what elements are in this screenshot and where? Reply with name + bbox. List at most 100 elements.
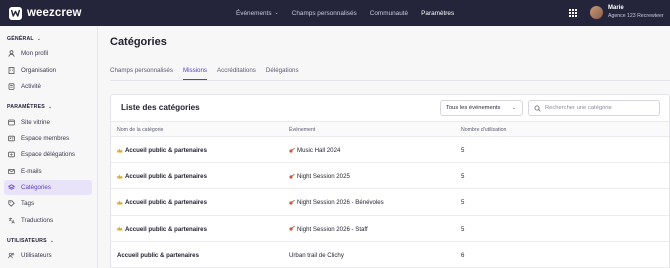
nav-communaute-label: Communauté [369, 9, 409, 17]
section-utilisateurs[interactable]: UTILISATEURS ⌄ [7, 238, 54, 244]
tabs-divider [110, 80, 670, 81]
column-header-event[interactable]: Événement [289, 127, 315, 133]
nav-champs-personnalises[interactable]: Champs personnalisés [292, 10, 357, 17]
sidebar: GÉNÉRAL ⌄ Mon profil Organisation Activi… [0, 26, 98, 268]
column-header-usage[interactable]: Nombre d'utilisation [461, 127, 506, 133]
sidebar-item-tags[interactable]: Tags [4, 196, 92, 211]
sidebar-item-label: Traductions [21, 217, 54, 224]
categories-card: Liste des catégories Tous les événements… [110, 94, 670, 268]
categories-table: Nom de la catégorie Événement Nombre d'u… [111, 121, 669, 268]
logo-icon [9, 6, 22, 20]
sidebar-item-categories[interactable]: Catégories [4, 180, 92, 195]
section-general-title: GÉNÉRAL [7, 36, 34, 42]
guitar-emoji-icon [289, 226, 295, 231]
chevron-down-icon: ⌄ [47, 104, 53, 110]
guitar-emoji-icon [289, 199, 295, 205]
crown-emoji-icon [117, 200, 123, 205]
usage-count-cell: 5 [461, 147, 465, 154]
table-row[interactable]: Accueil public & partenaires Night Sessi… [111, 189, 669, 216]
top-bar: weezcrew Événements ⌄ Champs personnalis… [0, 0, 670, 26]
user-menu[interactable]: Marie Agence 123 Recrewteer [608, 5, 664, 19]
nav-evenements-label: Événements [236, 9, 272, 17]
sidebar-item-e-mails[interactable]: E-mails [4, 164, 92, 179]
usage-count-cell: 5 [461, 199, 465, 207]
logo[interactable]: weezcrew [9, 6, 82, 20]
users-icon [8, 252, 15, 259]
sidebar-item-espace-delegations[interactable]: Espace délégations [4, 147, 92, 162]
table-row[interactable]: Accueil public & partenaires Music Hall … [111, 137, 669, 164]
search-box[interactable] [528, 100, 660, 116]
chevron-down-icon: ⌄ [511, 105, 516, 111]
sidebar-item-label: Espace délégations [21, 151, 76, 158]
usage-count-cell: 5 [461, 173, 465, 181]
tab-accreditations[interactable]: Accréditations [217, 67, 256, 80]
sidebar-item-utilisateurs[interactable]: Utilisateurs [4, 248, 92, 263]
section-general[interactable]: GÉNÉRAL ⌄ [7, 36, 41, 42]
event-cell: Night Session 2025 [289, 173, 350, 180]
nav-evenements[interactable]: Événements ⌄ [236, 10, 279, 17]
section-parametres[interactable]: PARAMÈTRES ⌄ [7, 104, 52, 110]
search-input[interactable] [545, 105, 655, 111]
table-row[interactable]: Accueil public & partenaires Night Sessi… [111, 163, 669, 190]
column-header-name[interactable]: Nom de la catégorie [117, 127, 163, 133]
sidebar-item-label: E-mails [21, 168, 42, 175]
sidebar-item-label: Catégories [21, 184, 51, 191]
avatar[interactable] [590, 6, 603, 19]
top-nav: Événements ⌄ Champs personnalisés Commun… [236, 0, 467, 26]
event-cell: Urban trail de Clichy [289, 251, 344, 259]
usage-count-cell: 6 [461, 251, 465, 259]
event-filter-value: Tous les événements [446, 105, 501, 111]
chevron-down-icon: ⌄ [49, 238, 55, 244]
tag-icon [8, 200, 15, 207]
guitar-emoji-icon [289, 173, 295, 179]
apps-grid-icon[interactable] [569, 9, 577, 17]
nav-parametres[interactable]: Paramètres [421, 10, 454, 17]
user-icon [8, 50, 15, 57]
crown-emoji-icon [117, 174, 123, 179]
sidebar-item-label: Mon profil [21, 50, 49, 57]
event-cell: Night Session 2026 - Bénévoles [289, 199, 384, 206]
sidebar-item-label: Activité [21, 83, 41, 90]
main-content: Catégories Champs personnalisés Missions… [98, 26, 670, 268]
building-icon [8, 67, 15, 74]
nav-parametres-label: Paramètres [421, 9, 455, 17]
sidebar-item-label: Utilisateurs [21, 252, 52, 259]
crown-emoji-icon [117, 226, 123, 231]
translate-icon [8, 217, 15, 224]
mail-icon [8, 168, 15, 175]
category-name-cell: Accueil public & partenaires [117, 226, 207, 233]
globe-icon [8, 119, 15, 126]
event-cell: Music Hall 2024 [289, 147, 340, 154]
event-filter-select[interactable]: Tous les événements ⌄ [440, 100, 523, 116]
sidebar-item-label: Organisation [21, 67, 57, 74]
usage-count-cell: 5 [461, 225, 465, 233]
sidebar-item-site-vitrine[interactable]: Site vitrine [4, 115, 92, 130]
sidebar-item-label: Espace membres [21, 135, 70, 142]
tab-missions[interactable]: Missions [182, 67, 208, 80]
section-parametres-title: PARAMÈTRES [7, 104, 45, 110]
nav-champs-label: Champs personnalisés [291, 9, 357, 17]
chevron-down-icon: ⌄ [36, 36, 42, 42]
card-title: Liste des catégories [121, 103, 200, 112]
category-name-cell: Accueil public & partenaires [117, 199, 207, 206]
members-icon [8, 135, 15, 142]
nav-communaute[interactable]: Communauté [370, 10, 408, 17]
sidebar-item-traductions[interactable]: Traductions [4, 213, 92, 228]
tab-delegations[interactable]: Délégations [266, 67, 299, 80]
crown-emoji-icon [117, 148, 123, 152]
table-row[interactable]: Accueil public & partenaires Night Sessi… [111, 216, 669, 242]
guitar-emoji-icon [289, 147, 295, 153]
logo-text: weezcrew [27, 7, 82, 19]
sidebar-item-mon-profil[interactable]: Mon profil [4, 46, 92, 61]
sidebar-item-activite[interactable]: Activité [4, 79, 92, 94]
tabs: Champs personnalisés Missions Accréditat… [110, 67, 309, 80]
sidebar-item-espace-membres[interactable]: Espace membres [4, 131, 92, 146]
tab-champs-personnalises[interactable]: Champs personnalisés [110, 67, 173, 80]
category-icon [8, 184, 15, 191]
page-title: Catégories [110, 36, 167, 48]
sidebar-item-label: Site vitrine [21, 119, 50, 126]
table-row[interactable]: Accueil public & partenaires Urban trail… [111, 242, 669, 268]
category-name-cell: Accueil public & partenaires [117, 173, 207, 180]
sidebar-item-label: Tags [21, 200, 35, 207]
sidebar-item-organisation[interactable]: Organisation [4, 63, 92, 78]
